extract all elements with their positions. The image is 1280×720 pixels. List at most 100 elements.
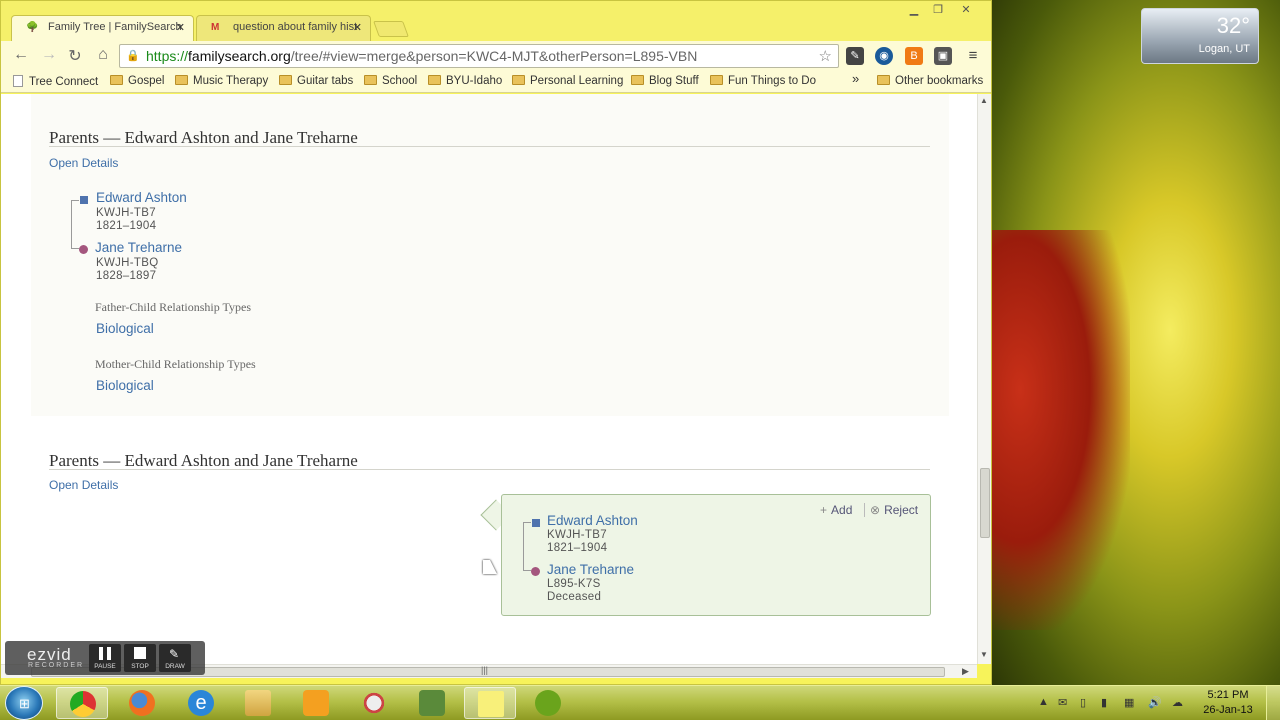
folder-icon bbox=[175, 75, 188, 85]
gmail-icon: M bbox=[211, 22, 220, 33]
father-relationship-value[interactable]: Biological bbox=[96, 321, 154, 336]
close-window-icon[interactable]: ✕ bbox=[955, 3, 977, 17]
reload-icon[interactable]: ↻ bbox=[65, 46, 85, 66]
female-marker-icon bbox=[79, 245, 88, 254]
file-explorer-icon bbox=[245, 690, 271, 716]
media-player-icon bbox=[303, 690, 329, 716]
bookmark-school[interactable]: School bbox=[364, 75, 417, 87]
stop-button[interactable]: STOP bbox=[124, 644, 156, 672]
mother-name-link[interactable]: Jane Treharne bbox=[547, 562, 634, 577]
scroll-right-icon[interactable]: ▶ bbox=[962, 666, 969, 677]
bookmark-music-therapy[interactable]: Music Therapy bbox=[175, 75, 268, 87]
url-host: familysearch.org bbox=[188, 48, 291, 64]
mail-icon[interactable]: ✉ bbox=[1058, 696, 1067, 709]
vertical-scrollbar[interactable]: ▲ ▼ bbox=[977, 94, 991, 664]
reject-button[interactable]: ⊗ Reject bbox=[870, 503, 918, 517]
tab-gmail[interactable]: M question about family hist ✕ bbox=[196, 15, 371, 41]
reject-circle-x-icon: ⊗ bbox=[870, 503, 881, 517]
new-tab-button[interactable] bbox=[373, 21, 409, 37]
home-icon[interactable]: ⌂ bbox=[93, 46, 113, 66]
volume-icon[interactable]: 🔊 bbox=[1148, 696, 1162, 709]
add-button[interactable]: + Add bbox=[820, 503, 852, 517]
weather-temp: 32° bbox=[1216, 13, 1250, 38]
bookmark-fun-things[interactable]: Fun Things to Do bbox=[710, 75, 816, 87]
open-details-link[interactable]: Open Details bbox=[49, 478, 118, 492]
taskbar-snipping-tool[interactable] bbox=[348, 687, 400, 719]
show-hidden-icons[interactable]: ▲ bbox=[1038, 696, 1049, 708]
extension-globe-icon[interactable]: ◉ bbox=[875, 47, 893, 65]
show-desktop-button[interactable] bbox=[1266, 686, 1280, 720]
father-relationship-label: Father-Child Relationship Types bbox=[95, 300, 252, 314]
minimize-icon[interactable]: ▁ bbox=[903, 3, 925, 17]
blogger-icon[interactable]: B bbox=[905, 47, 923, 65]
folder-icon bbox=[877, 75, 890, 85]
tab-label: question about family hist bbox=[233, 21, 358, 33]
taskbar-chrome[interactable] bbox=[56, 687, 108, 719]
bookmark-gospel[interactable]: Gospel bbox=[110, 75, 164, 87]
bookmark-personal-learning[interactable]: Personal Learning bbox=[512, 75, 623, 87]
snipping-tool-icon bbox=[361, 690, 387, 716]
draw-button[interactable]: ✎ DRAW bbox=[159, 644, 191, 672]
tree-connector bbox=[71, 200, 72, 248]
tab-familysearch[interactable]: 🌳 Family Tree | FamilySearch ✕ bbox=[11, 15, 194, 41]
taskbar-firefox[interactable] bbox=[116, 687, 168, 719]
tab-close-icon[interactable]: ✕ bbox=[353, 21, 362, 34]
tree-connector bbox=[71, 200, 79, 201]
bookmarks-overflow-chevron[interactable]: » bbox=[852, 71, 859, 86]
windows-taskbar: ⊞ e ▲ ✉ ▯ ▮ ▦ 🔊 ☁ 5:21 PM 26-Jan-13 bbox=[0, 685, 1280, 720]
cloud-icon[interactable]: ☁ bbox=[1172, 696, 1183, 709]
network-icon[interactable]: ▦ bbox=[1124, 696, 1134, 709]
pause-button[interactable]: PAUSE bbox=[89, 644, 121, 672]
evernote-icon bbox=[419, 690, 445, 716]
bookmark-tree-connect[interactable]: Tree Connect bbox=[13, 75, 98, 88]
bookmark-star-icon[interactable]: ☆ bbox=[819, 47, 832, 65]
browser-window: 🌳 Family Tree | FamilySearch ✕ M questio… bbox=[0, 0, 992, 685]
mouse-cursor-icon bbox=[483, 560, 497, 574]
plus-icon: + bbox=[820, 503, 828, 517]
screenshot-extension-icon[interactable]: ▣ bbox=[934, 47, 952, 65]
bookmark-blog-stuff[interactable]: Blog Stuff bbox=[631, 75, 699, 87]
tree-connector bbox=[523, 570, 531, 571]
tree-connector bbox=[523, 522, 531, 523]
taskbar-sticky-notes[interactable] bbox=[464, 687, 516, 719]
mother-dates: 1828–1897 bbox=[96, 270, 157, 282]
mother-relationship-value[interactable]: Biological bbox=[96, 378, 154, 393]
male-marker-icon bbox=[532, 519, 540, 527]
folder-icon bbox=[512, 75, 525, 85]
device-icon[interactable]: ▯ bbox=[1080, 696, 1086, 709]
scroll-grip-icon: ||| bbox=[481, 665, 489, 675]
tab-close-icon[interactable]: ✕ bbox=[176, 21, 185, 34]
father-name-link[interactable]: Edward Ashton bbox=[96, 190, 187, 205]
signal-icon[interactable]: ▮ bbox=[1101, 696, 1107, 709]
scroll-up-icon[interactable]: ▲ bbox=[980, 96, 988, 105]
back-arrow-icon[interactable]: ← bbox=[11, 46, 31, 66]
mother-id: KWJH-TBQ bbox=[96, 257, 159, 269]
other-bookmarks[interactable]: Other bookmarks bbox=[877, 75, 983, 87]
female-marker-icon bbox=[531, 567, 540, 576]
windows-logo-icon: ⊞ bbox=[19, 696, 30, 711]
maximize-icon[interactable]: ❐ bbox=[927, 3, 949, 17]
bookmark-byu-idaho[interactable]: BYU-Idaho bbox=[428, 75, 502, 87]
mother-name-link[interactable]: Jane Treharne bbox=[95, 240, 182, 255]
weather-gadget[interactable]: 32° Logan, UT bbox=[1141, 8, 1259, 64]
bookmark-guitar-tabs[interactable]: Guitar tabs bbox=[279, 75, 353, 87]
taskbar-spotify[interactable] bbox=[522, 687, 574, 719]
menu-icon[interactable]: ≡ bbox=[964, 47, 982, 65]
taskbar-evernote[interactable] bbox=[406, 687, 458, 719]
father-dates: 1821–1904 bbox=[96, 220, 157, 232]
sticky-notes-icon bbox=[478, 691, 504, 717]
taskbar-media-player[interactable] bbox=[290, 687, 342, 719]
father-name-link[interactable]: Edward Ashton bbox=[547, 513, 638, 528]
taskbar-explorer[interactable] bbox=[232, 687, 284, 719]
system-clock[interactable]: 5:21 PM 26-Jan-13 bbox=[1198, 688, 1258, 718]
taskbar-internet-explorer[interactable]: e bbox=[175, 687, 227, 719]
vertical-scroll-thumb[interactable] bbox=[980, 468, 990, 538]
address-bar[interactable]: 🔒 https://familysearch.org/tree/#view=me… bbox=[119, 44, 839, 68]
tab-strip: 🌳 Family Tree | FamilySearch ✕ M questio… bbox=[1, 1, 991, 41]
forward-arrow-icon[interactable]: → bbox=[39, 46, 59, 66]
scroll-down-icon[interactable]: ▼ bbox=[980, 650, 988, 659]
merge-parents-callout: + Add ⊗ Reject Edward Ashton KWJH-TB7 1821… bbox=[501, 494, 931, 616]
start-button[interactable]: ⊞ bbox=[5, 686, 43, 720]
open-details-link[interactable]: Open Details bbox=[49, 156, 118, 170]
extension-icon[interactable]: ✎ bbox=[846, 47, 864, 65]
